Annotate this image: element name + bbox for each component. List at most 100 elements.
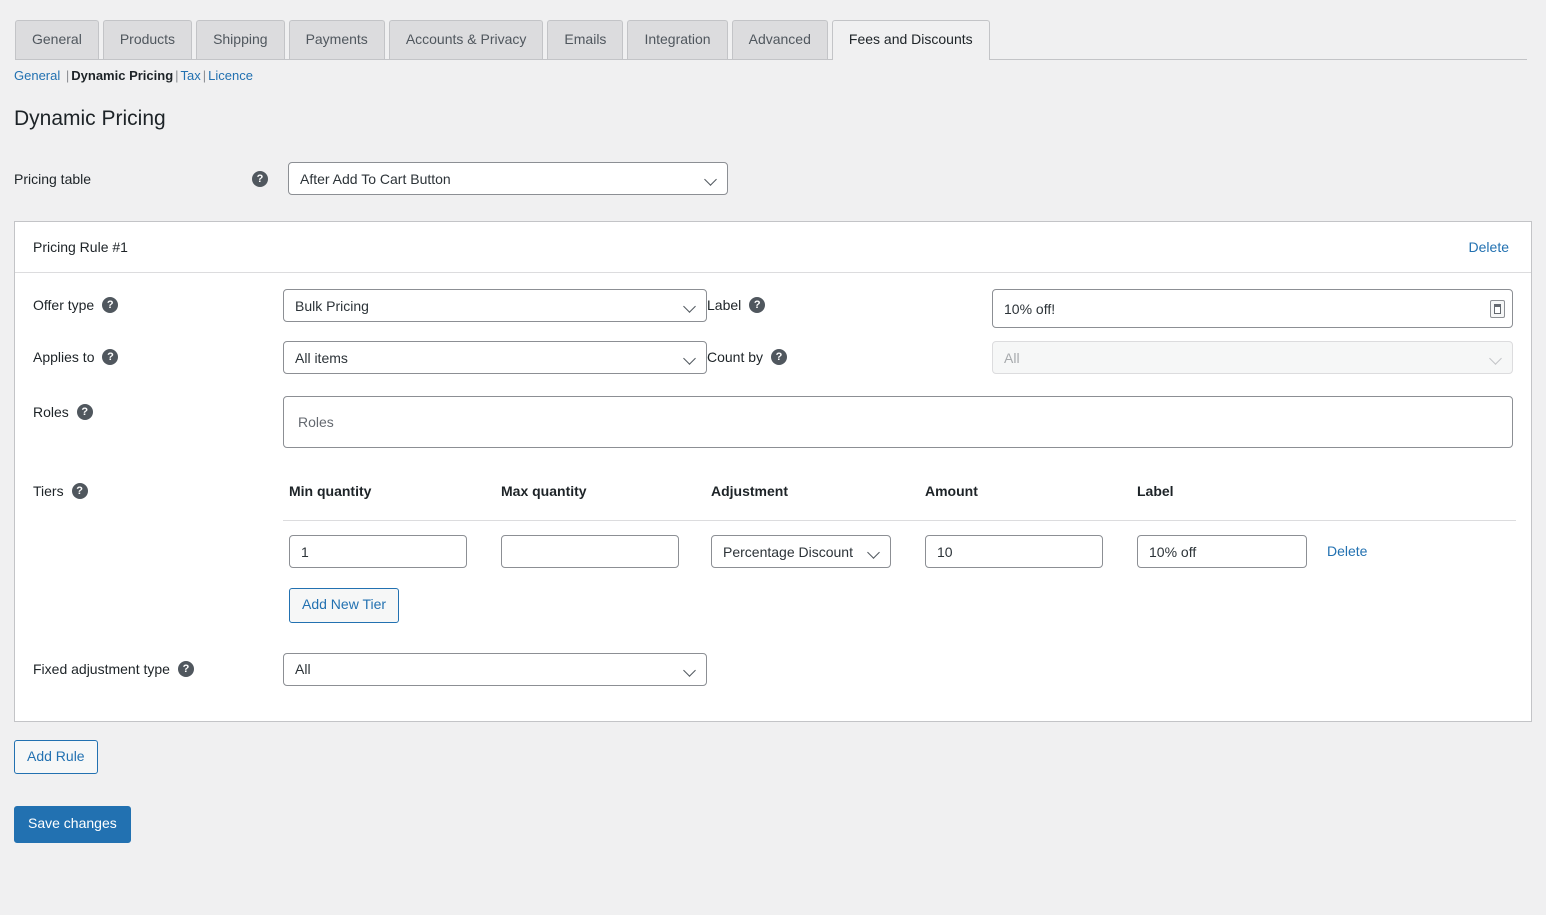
add-new-tier-button[interactable]: Add New Tier	[289, 588, 400, 623]
breadcrumb-separator: |	[175, 68, 179, 83]
tiers-column-header: Label	[1131, 483, 1321, 522]
pricing-rule-body: Offer type ? Bulk Pricing Label ? Applie…	[15, 273, 1531, 721]
tiers-label: Tiers ?	[33, 483, 283, 500]
question-mark-icon[interactable]: ?	[749, 297, 766, 314]
tiers-column-header: Max quantity	[495, 483, 705, 522]
tier-adjustment-select[interactable]: Percentage Discount	[711, 535, 891, 569]
tab-emails[interactable]: Emails	[547, 20, 624, 59]
pricing-rule-title: Pricing Rule #1	[33, 239, 128, 256]
rule-label-field	[992, 289, 1513, 329]
wpml-translate-icon[interactable]	[1490, 299, 1505, 318]
question-mark-icon[interactable]: ?	[71, 483, 88, 500]
breadcrumb-item-general[interactable]: General	[14, 68, 60, 83]
fixed-adjustment-type-label-text: Fixed adjustment type	[33, 660, 170, 677]
page-title: Dynamic Pricing	[14, 107, 166, 130]
add-rule-button[interactable]: Add Rule	[14, 739, 98, 775]
pricing-table-row: Pricing table ? After Add To Cart Button	[0, 162, 1546, 196]
tiers-column-header	[1321, 483, 1516, 522]
pricing-rule-card: Pricing Rule #1 Delete Offer type ? Bulk…	[14, 221, 1532, 722]
tiers-table-wrap: Min quantity Max quantity Adjustment Amount…	[283, 483, 1516, 623]
tier-label-cell	[1131, 521, 1321, 569]
tier-max-quantity-cell	[495, 521, 705, 569]
tab-products[interactable]: Products	[102, 20, 193, 59]
save-wrap: Save changes	[14, 806, 1546, 844]
roles-label-text: Roles	[33, 404, 69, 421]
count-by-label: Count by ?	[707, 341, 992, 366]
tier-row: Percentage Discount Delete	[283, 521, 1516, 569]
tier-min-quantity-input[interactable]	[289, 535, 467, 569]
tab-accounts-privacy[interactable]: Accounts & Privacy	[388, 20, 544, 59]
roles-row: Roles ? Roles	[33, 396, 1513, 449]
tiers-table-header-row: Min quantity Max quantity Adjustment Amount…	[283, 483, 1516, 522]
tier-delete-cell: Delete	[1321, 521, 1516, 569]
add-rule-wrap: Add Rule	[14, 739, 1546, 775]
tier-adjustment-select-value: Percentage Discount	[723, 543, 853, 560]
fixed-adjustment-type-select-value: All	[295, 661, 311, 678]
offer-type-field: Bulk Pricing	[283, 289, 707, 323]
breadcrumb-separator: |	[65, 68, 70, 83]
tab-payments[interactable]: Payments	[288, 20, 385, 59]
question-mark-icon[interactable]: ?	[177, 660, 194, 677]
breadcrumb: General | Dynamic Pricing | Tax | Licence	[0, 60, 1546, 83]
count-by-field: All	[992, 341, 1513, 375]
count-by-select-value: All	[1004, 349, 1020, 366]
question-mark-icon[interactable]: ?	[102, 349, 119, 366]
question-mark-icon[interactable]: ?	[252, 170, 268, 187]
tab-general[interactable]: General	[15, 20, 99, 59]
fixed-adjustment-type-field: All	[283, 652, 707, 686]
settings-tab-bar: General Products Shipping Payments Accounts …	[0, 0, 1546, 60]
fixed-adjustment-type-row: Fixed adjustment type ? All	[33, 652, 1513, 686]
tiers-row: Tiers ? Min quantity Max quantity Adjustme…	[33, 483, 1516, 623]
offer-type-label: Offer type ?	[33, 289, 283, 314]
question-mark-icon[interactable]: ?	[76, 404, 93, 421]
breadcrumb-item-licence[interactable]: Licence	[208, 68, 253, 83]
tier-adjustment-cell: Percentage Discount	[705, 521, 919, 569]
tab-integration[interactable]: Integration	[627, 20, 728, 59]
tiers-table: Min quantity Max quantity Adjustment Amount…	[283, 483, 1516, 569]
save-changes-button[interactable]: Save changes	[14, 806, 131, 844]
tiers-column-header: Amount	[919, 483, 1131, 522]
rule-label-label-text: Label	[707, 297, 742, 314]
tier-amount-cell	[919, 521, 1131, 569]
pricing-rule-header: Pricing Rule #1 Delete	[15, 222, 1531, 274]
pricing-table-label: Pricing table	[14, 171, 252, 187]
tiers-label-text: Tiers	[33, 483, 64, 500]
tier-amount-input[interactable]	[925, 535, 1103, 569]
tab-advanced[interactable]: Advanced	[731, 20, 828, 59]
tab-bar-underline	[15, 59, 1527, 60]
pricing-table-label-text: Pricing table	[14, 170, 92, 187]
delete-tier-link[interactable]: Delete	[1327, 543, 1367, 559]
applies-to-select[interactable]: All items	[283, 341, 707, 375]
count-by-label-text: Count by	[707, 349, 764, 366]
offer-type-select[interactable]: Bulk Pricing	[283, 289, 707, 323]
applies-to-select-value: All items	[295, 349, 348, 366]
offer-type-row: Offer type ? Bulk Pricing Label ?	[33, 289, 1513, 329]
breadcrumb-item-tax[interactable]: Tax	[181, 68, 201, 83]
tab-shipping[interactable]: Shipping	[196, 20, 285, 59]
tiers-column-header: Adjustment	[705, 483, 919, 522]
applies-to-field: All items	[283, 341, 707, 375]
offer-type-label-text: Offer type	[33, 297, 95, 314]
question-mark-icon[interactable]: ?	[771, 349, 788, 366]
rule-label-label: Label ?	[707, 289, 992, 314]
tier-min-quantity-cell	[283, 521, 495, 569]
breadcrumb-item-dynamic-pricing: Dynamic Pricing	[71, 68, 174, 83]
question-mark-icon[interactable]: ?	[102, 297, 119, 314]
roles-label: Roles ?	[33, 396, 283, 421]
fixed-adjustment-type-select[interactable]: All	[283, 652, 707, 686]
tier-max-quantity-input[interactable]	[501, 535, 679, 569]
count-by-select: All	[992, 341, 1513, 375]
tab-fees-and-discounts[interactable]: Fees and Discounts	[831, 20, 990, 60]
tier-label-input[interactable]	[1137, 535, 1307, 569]
tab-list: General Products Shipping Payments Accounts …	[15, 18, 1546, 60]
add-tier-row: Add New Tier	[289, 588, 1516, 623]
roles-multiselect[interactable]: Roles	[283, 396, 1513, 449]
pricing-table-select-value: After Add To Cart Button	[300, 170, 451, 187]
rule-label-input[interactable]	[992, 289, 1513, 329]
offer-type-select-value: Bulk Pricing	[295, 297, 369, 314]
bottom-actions: Add Rule Save changes	[0, 739, 1546, 844]
applies-to-label-text: Applies to	[33, 349, 95, 366]
pricing-table-select[interactable]: After Add To Cart Button	[288, 162, 728, 196]
tiers-table-body: Percentage Discount Delete	[283, 521, 1516, 569]
delete-rule-link[interactable]: Delete	[1469, 239, 1509, 255]
